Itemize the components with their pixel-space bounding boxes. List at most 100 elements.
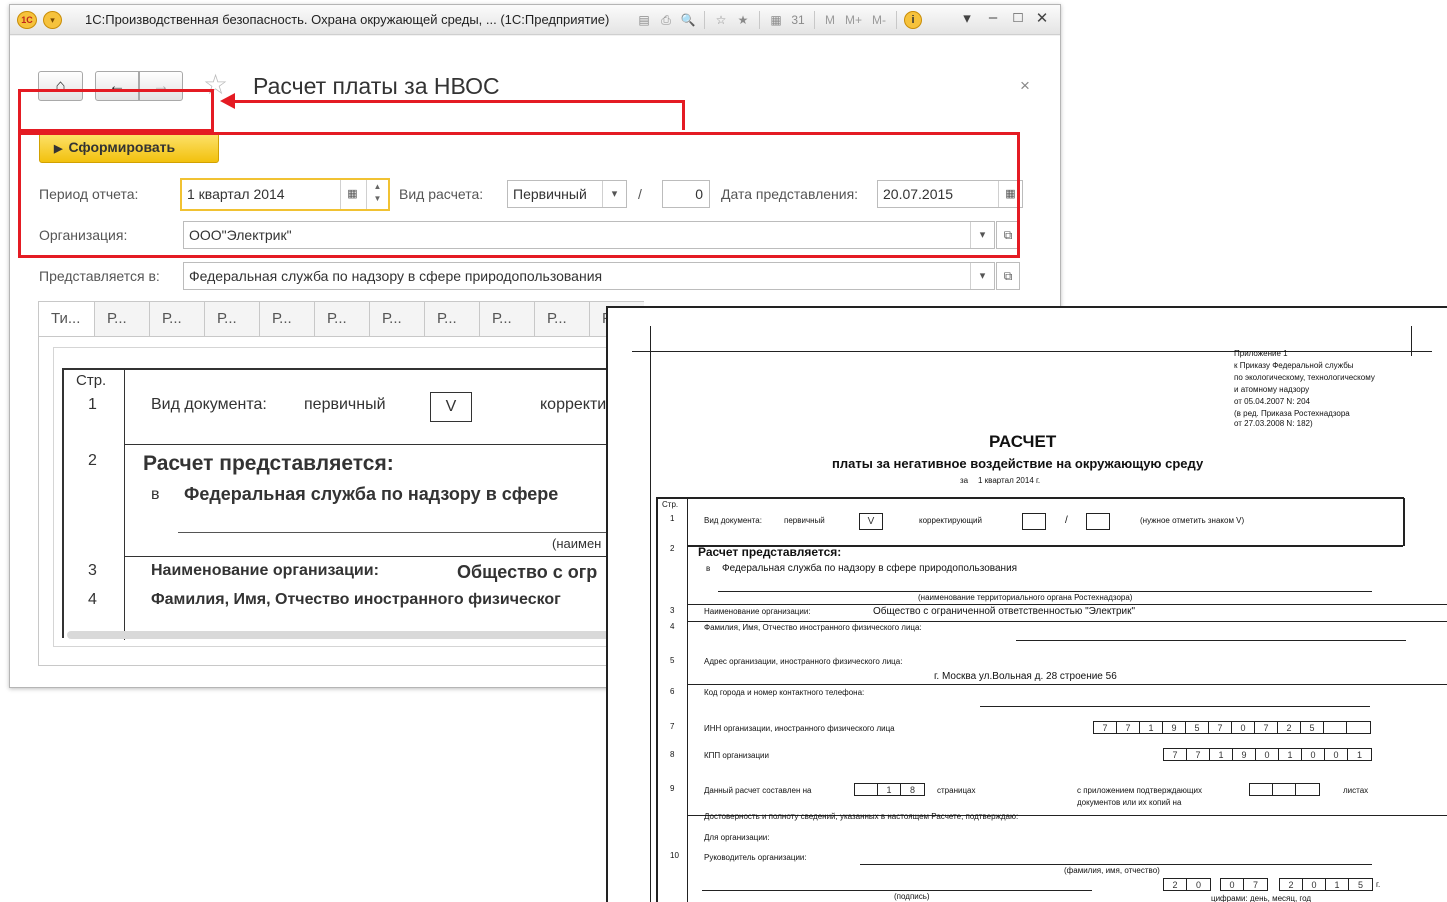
arrow-head-icon — [220, 93, 235, 109]
save-icon[interactable]: ▤ — [635, 11, 653, 29]
calendar-icon[interactable]: 31 — [789, 11, 807, 29]
correction-number-box — [1086, 513, 1110, 530]
year-cells: 2015 — [1279, 878, 1373, 891]
underline — [980, 706, 1370, 707]
date-note: цифрами: день, месяц, год — [1211, 894, 1312, 902]
window-menu-icon[interactable]: ▾ — [957, 9, 977, 27]
year-suffix: г. — [1376, 880, 1381, 889]
tab-section[interactable]: Р... — [259, 301, 314, 337]
tab-section[interactable]: Р... — [424, 301, 479, 337]
row-header: Стр. — [662, 500, 679, 509]
kpp-digit: 1 — [1279, 749, 1302, 760]
preview-icon[interactable]: 🔍 — [679, 11, 697, 29]
underline — [718, 591, 1372, 592]
tab-section[interactable]: Р... — [149, 301, 204, 337]
tab-section[interactable]: Р... — [94, 301, 149, 337]
add-favorite-icon[interactable]: ★ — [734, 11, 752, 29]
date-digit: 5 — [1357, 880, 1363, 890]
toolbar-separator — [896, 11, 898, 29]
submitted-field[interactable]: Федеральная служба по надзору в сфере пр… — [183, 262, 995, 290]
horizontal-scrollbar[interactable] — [67, 631, 627, 639]
tab-section[interactable]: Р... — [369, 301, 424, 337]
submitted-label: Представляется в: — [39, 268, 160, 284]
address-label: Адрес организации, иностранного физическ… — [704, 657, 903, 666]
memory-plus-button[interactable]: M+ — [842, 11, 865, 29]
favorites-icon[interactable]: ☆ — [712, 11, 730, 29]
corrective-checkbox — [1022, 513, 1046, 530]
doc-type-value: первичный — [304, 396, 386, 413]
form-title: Расчет платы за НВОС — [253, 73, 500, 99]
pages-label: Данный расчет составлен на — [704, 786, 812, 795]
confirmation-text: Достоверность и полноту сведений, указан… — [704, 812, 1019, 821]
report-period: 1 квартал 2014 г. — [978, 476, 1041, 485]
inn-digit: 7 — [1094, 722, 1117, 733]
submitted-prefix: в — [151, 486, 160, 503]
pages-word: страницах — [937, 786, 976, 795]
row-number: 2 — [88, 452, 97, 469]
kpp-digit: 0 — [1256, 749, 1279, 760]
main-menu-icon[interactable]: ▾ — [43, 11, 62, 29]
divider — [688, 684, 1447, 685]
print-icon[interactable]: ⎙ — [657, 11, 675, 29]
info-icon[interactable]: i — [904, 11, 923, 29]
doc-type-label: Вид документа: — [704, 516, 762, 525]
divider — [688, 604, 1447, 605]
signature-note: (подпись) — [894, 892, 930, 901]
attachments-label-2: документов или их копий на — [1077, 798, 1182, 807]
calculator-icon[interactable]: ▦ — [767, 11, 785, 29]
row-number: 2 — [670, 544, 675, 553]
appendix-line: и атомному надзору — [1234, 385, 1310, 394]
inn-digit: 5 — [1186, 722, 1209, 733]
preview-viewport: Стр. 1 Вид документа: первичный V коррек… — [53, 347, 653, 647]
row-number: 7 — [670, 722, 675, 731]
memory-minus-button[interactable]: M- — [869, 11, 889, 29]
doc-type-label: Вид документа: — [151, 396, 267, 413]
slash-separator: / — [1065, 515, 1068, 526]
open-authority-icon[interactable]: ⧉ — [996, 262, 1020, 290]
memory-m-button[interactable]: M — [822, 11, 838, 29]
phone-label: Код города и номер контактного телефона: — [704, 688, 865, 697]
inn-cells: 7719570725 — [1093, 721, 1371, 734]
date-digit: 0 — [1195, 880, 1201, 890]
row-number: 1 — [670, 514, 675, 523]
authority-note: (наимен — [552, 536, 602, 551]
window-close-icon[interactable]: ✕ — [1032, 9, 1052, 27]
inn-label: ИНН организации, иностранного физическог… — [704, 724, 895, 733]
underline — [860, 864, 1372, 865]
primary-checkbox: V — [430, 392, 472, 422]
director-label: Руководитель организации: — [704, 853, 807, 862]
underline — [178, 532, 652, 533]
tab-section[interactable]: Р... — [204, 301, 259, 337]
org-name-value: Общество с огр — [457, 562, 598, 582]
row-number: 5 — [670, 656, 675, 665]
date-digit: 2 — [1164, 879, 1187, 890]
row-number: 8 — [670, 750, 675, 759]
title-bar: 1С ▾ 1С:Производственная безопасность. О… — [10, 5, 1060, 35]
authority-note: (наименование территориального органа Ро… — [918, 593, 1133, 602]
doc-type-primary: первичный — [784, 516, 825, 525]
report-subtitle: платы за негативное воздействие на окруж… — [832, 456, 1204, 471]
appendix-line: (в ред. Приказа Ростехнадзора — [1234, 409, 1350, 418]
appendix-line: по экологическому, технологическому — [1234, 373, 1375, 382]
divider — [124, 370, 125, 640]
highlight-parameters — [18, 132, 1020, 258]
form-close-icon[interactable]: × — [1020, 76, 1030, 96]
app-logo-icon[interactable]: 1С — [17, 11, 37, 29]
attachment-digit — [1296, 784, 1319, 795]
tab-section[interactable]: Р... — [534, 301, 589, 337]
address-value: г. Москва ул.Вольная д. 28 строение 56 — [934, 671, 1117, 682]
for-org-label: Для организации: — [704, 833, 770, 842]
tab-section[interactable]: Р... — [314, 301, 369, 337]
kpp-digit: 9 — [1233, 749, 1256, 760]
tab-title-page[interactable]: Ти... — [38, 301, 94, 337]
divider — [687, 498, 688, 902]
minimize-icon[interactable]: – — [983, 9, 1003, 26]
tab-section[interactable]: Р... — [479, 301, 534, 337]
maximize-icon[interactable]: □ — [1008, 9, 1028, 26]
mark-note: (нужное отметить знаком V) — [1140, 516, 1245, 525]
chevron-down-icon[interactable]: ▾ — [970, 263, 994, 289]
inn-digit: 1 — [1140, 722, 1163, 733]
kpp-digit: 1 — [1210, 749, 1233, 760]
period-prefix: за — [960, 476, 969, 485]
attachment-cells — [1249, 783, 1320, 796]
